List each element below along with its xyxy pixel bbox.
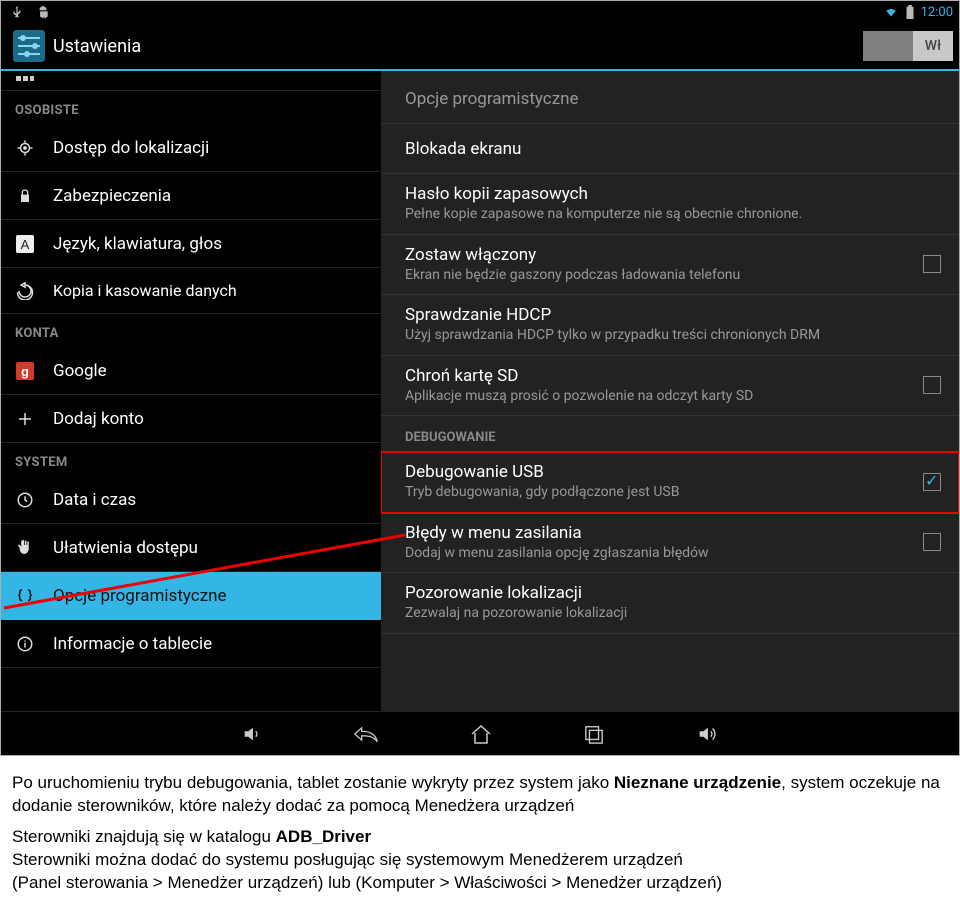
sidebar-item-label: Język, klawiatura, głos [53, 234, 222, 254]
a-icon: A [15, 234, 35, 254]
sidebar-item-partial[interactable] [1, 71, 381, 91]
hand-icon [15, 538, 35, 558]
sidebar-item-backup[interactable]: Kopia i kasowanie danych [1, 268, 381, 314]
setting-bugreport-power[interactable]: Błędy w menu zasilania Dodaj w menu zasi… [381, 513, 959, 574]
sidebar-item-label: Dostęp do lokalizacji [53, 138, 209, 158]
dev-options-toggle[interactable]: Wł [863, 31, 953, 61]
doc-text: Po uruchomieniu trybu debugowania, table… [12, 773, 614, 792]
back-button[interactable] [353, 724, 379, 744]
setting-subtitle: Zezwalaj na pozorowanie lokalizacji [405, 605, 889, 623]
setting-subtitle: Dodaj w menu zasilania opcję zgłaszania … [405, 545, 889, 563]
plus-icon [15, 409, 35, 429]
sidebar-item-about[interactable]: Informacje o tablecie [1, 620, 381, 668]
sidebar-item-location[interactable]: Dostęp do lokalizacji [1, 124, 381, 172]
instruction-text: Po uruchomieniu trybu debugowania, table… [0, 756, 960, 909]
sidebar-item-label: Kopia i kasowanie danych [53, 281, 237, 300]
recent-button[interactable] [583, 724, 605, 744]
setting-title: Pozorowanie lokalizacji [405, 583, 889, 603]
setting-title: Zostaw włączony [405, 245, 889, 265]
sidebar-item-label: Opcje programistyczne [53, 586, 227, 606]
setting-stay-awake[interactable]: Zostaw włączony Ekran nie będzie gaszony… [381, 235, 959, 296]
sidebar-item-label: Zabezpieczenia [53, 186, 171, 206]
setting-subtitle: Pełne kopie zapasowe na komputerze nie s… [405, 206, 889, 224]
sidebar-item-accessibility[interactable]: Ułatwienia dostępu [1, 524, 381, 572]
content-area: OSOBISTE Dostęp do lokalizacji Zabezpiec… [1, 71, 959, 711]
doc-bold: ADB_Driver [276, 827, 371, 846]
navigation-bar [1, 711, 959, 755]
sidebar-category-system: SYSTEM [1, 443, 381, 476]
setting-title: Debugowanie USB [405, 462, 889, 482]
setting-subtitle: Tryb debugowania, gdy podłączone jest US… [405, 484, 889, 502]
setting-subtitle: Ekran nie będzie gaszony podczas ładowan… [405, 267, 889, 285]
battery-icon [905, 5, 915, 19]
doc-text: Sterowniki można dodać do systemu posług… [12, 850, 683, 869]
setting-title: Hasło kopii zapasowych [405, 184, 889, 204]
sidebar-category-accounts: KONTA [1, 314, 381, 347]
sidebar-item-google[interactable]: g Google [1, 347, 381, 395]
sidebar-item-label: Informacje o tablecie [53, 634, 212, 654]
target-icon [15, 138, 35, 158]
setting-mock-locations[interactable]: Pozorowanie lokalizacji Zezwalaj na pozo… [381, 573, 959, 634]
sidebar-item-add-account[interactable]: Dodaj konto [1, 395, 381, 443]
sidebar-category-personal: OSOBISTE [1, 91, 381, 124]
status-bar: 12:00 [1, 1, 959, 23]
setting-title: Chroń kartę SD [405, 366, 889, 386]
doc-text: (Panel sterowania > Menedżer urządzeń) l… [12, 873, 722, 892]
setting-backup-password[interactable]: Hasło kopii zapasowych Pełne kopie zapas… [381, 174, 959, 235]
info-icon [15, 634, 35, 654]
setting-title: Błędy w menu zasilania [405, 523, 889, 543]
setting-screen-lock[interactable]: Blokada ekranu [381, 124, 959, 174]
sidebar-item-language[interactable]: A Język, klawiatura, głos [1, 220, 381, 268]
toggle-knob: Wł [913, 31, 953, 61]
sidebar-item-label: Dodaj konto [53, 409, 144, 429]
sidebar-item-datetime[interactable]: Data i czas [1, 476, 381, 524]
google-icon: g [15, 361, 35, 381]
setting-title: Sprawdzanie HDCP [405, 305, 889, 325]
wifi-icon [883, 5, 899, 19]
svg-text:g: g [21, 364, 29, 379]
volume-down-button[interactable] [241, 723, 263, 745]
checkbox[interactable] [923, 255, 941, 273]
page-title: Ustawienia [53, 36, 141, 57]
android-settings-screenshot: 12:00 Ustawienia Wł [0, 0, 960, 756]
sidebar-item-label: Google [53, 361, 107, 381]
braces-icon [15, 586, 35, 606]
setting-subtitle: Użyj sprawdzania HDCP tylko w przypadku … [405, 327, 889, 345]
svg-text:A: A [21, 237, 30, 252]
sidebar-item-label: Ułatwienia dostępu [53, 538, 198, 558]
checkbox[interactable] [923, 376, 941, 394]
sidebar-item-developer-options[interactable]: Opcje programistyczne [1, 572, 381, 620]
home-button[interactable] [469, 723, 493, 745]
volume-up-button[interactable] [695, 723, 719, 745]
setting-protect-sd[interactable]: Chroń kartę SD Aplikacje muszą prosić o … [381, 356, 959, 417]
doc-text: Sterowniki znajdują się w katalogu [12, 827, 276, 846]
lock-icon [15, 186, 35, 206]
doc-bold: Nieznane urządzenie [614, 773, 781, 792]
title-bar: Ustawienia Wł [1, 23, 959, 71]
checkbox-checked[interactable] [923, 473, 941, 491]
settings-detail-panel[interactable]: Opcje programistyczne Blokada ekranu Has… [381, 71, 959, 711]
settings-app-icon [5, 22, 53, 70]
apps-icon [15, 71, 35, 91]
sidebar-item-label: Data i czas [53, 490, 136, 510]
usb-icon [7, 2, 27, 22]
checkbox[interactable] [923, 533, 941, 551]
clock-icon [15, 490, 35, 510]
detail-category-debugging: DEBUGOWANIE [381, 416, 959, 452]
settings-sidebar[interactable]: OSOBISTE Dostęp do lokalizacji Zabezpiec… [1, 71, 381, 711]
setting-subtitle: Aplikacje muszą prosić o pozwolenie na o… [405, 388, 889, 406]
clock-text: 12:00 [921, 5, 953, 20]
android-icon [33, 2, 53, 22]
setting-title: Blokada ekranu [405, 139, 889, 159]
sidebar-item-security[interactable]: Zabezpieczenia [1, 172, 381, 220]
detail-header: Opcje programistyczne [381, 71, 959, 124]
setting-hdcp[interactable]: Sprawdzanie HDCP Użyj sprawdzania HDCP t… [381, 295, 959, 356]
restore-icon [15, 281, 35, 301]
setting-usb-debugging[interactable]: Debugowanie USB Tryb debugowania, gdy po… [381, 452, 959, 513]
